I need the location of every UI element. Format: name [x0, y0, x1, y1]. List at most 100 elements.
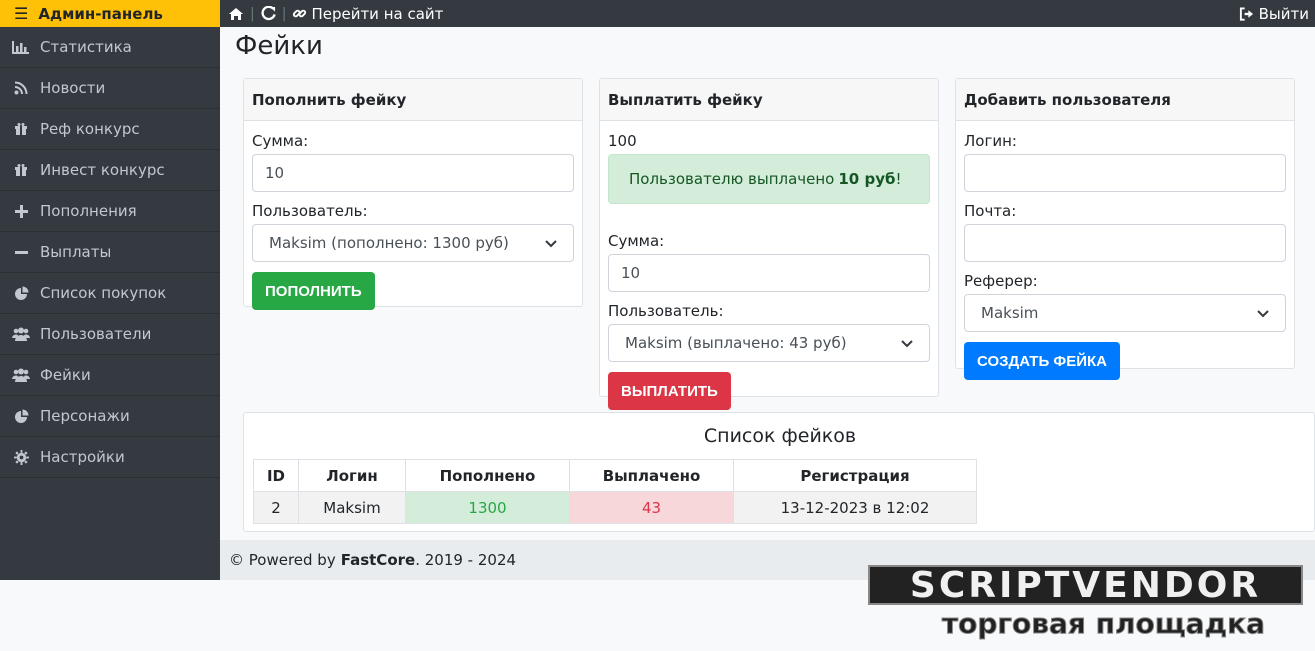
watermark-title: SCRIPTVENDOR [868, 565, 1303, 606]
deposit-amount-input[interactable]: 10 [252, 154, 574, 192]
create-fake-button[interactable]: СОЗДАТЬ ФЕЙКА [964, 342, 1120, 380]
payout-user-select[interactable]: Maksim (выплачено: 43 руб) [608, 324, 930, 362]
brand[interactable]: ☰ Админ-панель [0, 0, 220, 27]
footer-brand-link[interactable]: FastCore [341, 551, 415, 569]
deposit-user-select[interactable]: Maksim (пополнено: 1300 руб) [252, 224, 574, 262]
divider: | [250, 5, 255, 22]
user-label: Пользователь: [252, 202, 368, 220]
table-row: 2 Maksim 1300 43 13-12-2023 в 12:02 [253, 491, 977, 524]
sidebar-item-purchases[interactable]: Список покупок [0, 273, 220, 314]
alert-amount: 10 руб [838, 170, 896, 188]
fakes-table: ID Логин Пополнено Выплачено Регистрация… [253, 459, 977, 524]
plus-icon [11, 203, 31, 219]
column-header-deposited: Пополнено [405, 459, 570, 492]
column-header-registered: Регистрация [733, 459, 977, 492]
sidebar-item-ref-contest[interactable]: Реф конкурс [0, 109, 220, 150]
email-input[interactable] [964, 224, 1286, 262]
logout-icon [1239, 6, 1253, 21]
chevron-down-icon [545, 234, 557, 252]
users-icon [11, 326, 31, 342]
sidebar-item-news[interactable]: Новости [0, 68, 220, 109]
watermark: SCRIPTVENDOR торговая площадка [868, 565, 1303, 643]
login-input[interactable] [964, 154, 1286, 192]
sidebar-item-deposits[interactable]: Пополнения [0, 191, 220, 232]
bar-chart-icon [11, 39, 31, 55]
sidebar-item-label: Реф конкурс [40, 120, 140, 138]
alert-suffix: ! [895, 170, 902, 188]
select-value: Maksim (пополнено: 1300 руб) [269, 234, 509, 252]
go-site-link[interactable]: Перейти на сайт [292, 5, 443, 23]
home-link[interactable] [228, 7, 244, 21]
column-header-paid: Выплачено [569, 459, 734, 492]
fakes-table-card: Список фейков ID Логин Пополнено Выплаче… [243, 412, 1315, 532]
footer-years: . 2019 - 2024 [415, 551, 517, 569]
referrer-select[interactable]: Maksim [964, 294, 1286, 332]
sidebar-item-label: Статистика [40, 38, 132, 56]
sidebar-item-characters[interactable]: Персонажи [0, 396, 220, 437]
sidebar-item-statistics[interactable]: Статистика [0, 27, 220, 68]
alert-prefix: Пользователю выплачено [629, 170, 835, 188]
link-icon [293, 9, 307, 18]
top-nav: | | Перейти на сайт [228, 0, 443, 27]
sidebar-item-label: Инвест конкурс [40, 161, 165, 179]
add-user-card: Добавить пользователя Логин: Почта: Рефе… [955, 78, 1295, 380]
select-value: Maksim [981, 304, 1039, 322]
select-value: Maksim (выплачено: 43 руб) [625, 334, 847, 352]
sidebar-item-payouts[interactable]: Выплаты [0, 232, 220, 273]
sidebar-item-label: Персонажи [40, 407, 130, 425]
page-title: Фейки [235, 31, 323, 61]
gift-icon [11, 162, 31, 178]
payout-amount-input[interactable]: 10 [608, 254, 930, 292]
go-site-label: Перейти на сайт [311, 4, 444, 23]
refresh-link[interactable] [261, 6, 276, 21]
sidebar-item-invest-contest[interactable]: Инвест конкурс [0, 150, 220, 191]
cell-login: Maksim [298, 491, 406, 524]
chevron-down-icon [901, 334, 913, 352]
sidebar-item-label: Выплаты [40, 243, 112, 261]
rss-icon [11, 80, 31, 96]
chevron-down-icon [1257, 304, 1269, 322]
sidebar-item-label: Пополнения [40, 202, 137, 220]
gift-icon [11, 121, 31, 137]
payout-card: Выплатить фейку 100 Пользователю выплаче… [599, 78, 939, 410]
deposit-card: Пополнить фейку Сумма: 10 Пользователь: … [243, 78, 583, 310]
sidebar-item-label: Список покупок [40, 284, 167, 302]
cell-paid: 43 [569, 491, 734, 524]
logout-link[interactable]: Выйти [1239, 0, 1309, 27]
sidebar-item-label: Фейки [40, 366, 91, 384]
sidebar-item-label: Новости [40, 79, 106, 97]
success-alert: Пользователю выплачено 10 руб ! [608, 154, 930, 204]
deposit-button[interactable]: ПОПОЛНИТЬ [252, 272, 375, 310]
divider: | [281, 5, 287, 22]
cell-id: 2 [253, 491, 299, 524]
users-icon [11, 367, 31, 383]
top-navbar: ☰ Админ-панель | | Перейти на сайт Выйти [0, 0, 1315, 27]
payout-top-value: 100 [608, 132, 637, 150]
amount-label: Сумма: [608, 232, 665, 250]
card-header: Выплатить фейку [600, 79, 938, 121]
sidebar-item-fakes[interactable]: Фейки [0, 355, 220, 396]
sidebar: Статистика Новости Реф конкурс Инвест ко… [0, 27, 220, 580]
sidebar-item-label: Пользователи [40, 325, 152, 343]
cell-deposited: 1300 [405, 491, 570, 524]
referrer-label: Реферер: [964, 272, 1038, 290]
cell-registered: 13-12-2023 в 12:02 [733, 491, 977, 524]
home-icon [229, 7, 243, 20]
sidebar-item-users[interactable]: Пользователи [0, 314, 220, 355]
brand-label: Админ-панель [38, 4, 163, 23]
payout-button[interactable]: ВЫПЛАТИТЬ [608, 372, 731, 410]
card-header: Добавить пользователя [956, 79, 1294, 121]
watermark-subtitle: торговая площадка [941, 607, 1266, 641]
login-label: Логин: [964, 132, 1017, 150]
menu-toggle-icon[interactable]: ☰ [14, 5, 28, 22]
gear-icon [11, 449, 31, 465]
minus-icon [11, 244, 31, 260]
column-header-login: Логин [298, 459, 406, 492]
user-label: Пользователь: [608, 302, 724, 320]
sidebar-item-label: Настройки [40, 448, 125, 466]
pie-chart-icon [11, 285, 31, 301]
card-header: Пополнить фейку [244, 79, 582, 121]
sidebar-item-settings[interactable]: Настройки [0, 437, 220, 478]
pie-chart-icon [11, 408, 31, 424]
email-label: Почта: [964, 202, 1017, 220]
